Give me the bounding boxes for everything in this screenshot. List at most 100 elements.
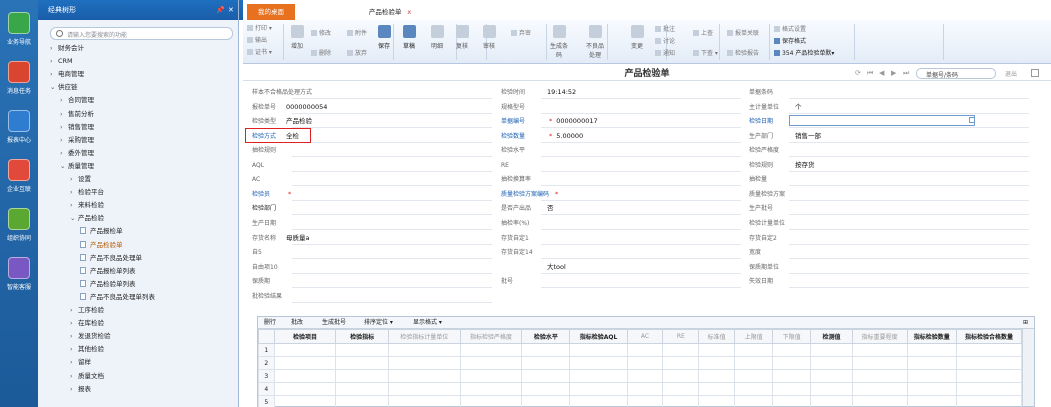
grid-cell[interactable]	[273, 356, 337, 370]
exit-link[interactable]: 退出	[1005, 69, 1017, 78]
tree-node[interactable]: › 在库检验	[70, 317, 104, 329]
sidebar-item-2[interactable]: 报表中心	[0, 110, 38, 160]
grid-column-header[interactable]: 下限值	[772, 329, 812, 344]
form-field-col3-8[interactable]: 生产批号	[749, 202, 795, 214]
grid-cell[interactable]	[734, 343, 774, 357]
toolbar-edit-0[interactable]: 修改	[311, 28, 331, 39]
toolbar-unaudit-0[interactable]: 弃审	[511, 28, 531, 39]
grid-cell[interactable]	[662, 356, 700, 370]
toolbar-comment-1[interactable]: 讨论	[655, 36, 675, 47]
grid-cell[interactable]	[459, 382, 523, 396]
grid-column-header[interactable]: 检验水平	[521, 329, 571, 344]
grid-cell[interactable]	[772, 395, 812, 407]
search-input[interactable]: 请输入您要搜索的功能	[50, 27, 233, 40]
tree-caret-icon[interactable]: ›	[60, 134, 68, 146]
form-field-col2-4[interactable]: 检验水平	[501, 144, 547, 156]
sidebar-item-1[interactable]: 消息任务	[0, 61, 38, 111]
grid-cell[interactable]	[387, 369, 461, 383]
table-row[interactable]: 5	[258, 395, 1023, 407]
grid-cell[interactable]	[387, 356, 461, 370]
tree-caret-icon[interactable]: ›	[60, 147, 68, 159]
toolbar-main-button-4[interactable]: 审核	[478, 20, 500, 64]
grid-settings-icon[interactable]: ⊞	[1023, 317, 1028, 329]
form-field-col2-1[interactable]: 规格型号	[501, 101, 547, 113]
form-field-col3-3[interactable]: 生产部门 销售一部	[749, 130, 821, 142]
toolbar-generate-button-2[interactable]: 变更	[626, 20, 648, 64]
toolbar-format-1[interactable]: 保存格式	[774, 36, 806, 47]
toolbar-generate-button-1[interactable]: 不良品处理	[584, 20, 606, 64]
grid-cell[interactable]	[387, 382, 461, 396]
form-field-col3-0[interactable]: 单据条码	[749, 86, 795, 98]
grid-cell[interactable]	[459, 369, 523, 383]
form-field-col1-12[interactable]: 自由项10	[252, 261, 286, 273]
tree-caret-icon[interactable]: ›	[70, 370, 78, 382]
sidebar-item-4[interactable]: 组织协同	[0, 208, 38, 258]
sidebar-item-5[interactable]: 智能客服	[0, 257, 38, 307]
grid-cell[interactable]	[662, 395, 700, 407]
tree-caret-icon[interactable]: ›	[70, 383, 78, 395]
grid-cell[interactable]	[851, 356, 908, 370]
tree-node[interactable]: › 其他检验	[70, 343, 104, 355]
toolbar-format-0[interactable]: 格式设置	[774, 24, 806, 35]
form-field-col3-7[interactable]: 质量检验方案	[749, 188, 795, 200]
tree-node[interactable]: ⌄ 质量管理	[60, 160, 94, 172]
tree-node[interactable]: › 售前分析	[60, 108, 94, 120]
form-field-col3-9[interactable]: 检验计量单位	[749, 217, 795, 229]
tree-node[interactable]: › 来料检验	[70, 199, 104, 211]
pin-icon[interactable]: 📌	[216, 0, 225, 20]
form-field-col1-6[interactable]: AC	[252, 173, 286, 185]
grid-tool-1[interactable]: 批改	[291, 317, 303, 329]
grid-cell[interactable]	[662, 369, 700, 383]
grid-cell[interactable]	[626, 382, 664, 396]
grid-tool-2[interactable]: 生成批号	[322, 317, 346, 329]
tree-caret-icon[interactable]: ›	[70, 317, 78, 329]
grid-cell[interactable]	[521, 356, 571, 370]
grid-cell[interactable]	[626, 369, 664, 383]
tree-caret-icon[interactable]: ›	[60, 121, 68, 133]
form-field-col1-7[interactable]: 检验员 *	[252, 188, 295, 200]
grid-cell[interactable]	[851, 395, 908, 407]
grid-cell[interactable]	[521, 343, 571, 357]
tree-leaf[interactable]: 产品检验单	[80, 239, 123, 251]
grid-cell[interactable]	[906, 395, 957, 407]
tree-caret-icon[interactable]: ›	[50, 55, 58, 67]
form-field-col1-8[interactable]: 检验部门	[252, 202, 286, 214]
sidebar-item-3[interactable]: 企业互联	[0, 159, 38, 209]
tree-node[interactable]: › CRM	[50, 55, 73, 67]
grid-cell[interactable]	[810, 382, 853, 396]
tree-leaf[interactable]: 产品检验单列表	[80, 278, 136, 290]
grid-cell[interactable]	[698, 356, 736, 370]
first-record-icon[interactable]: ⏮	[867, 70, 873, 77]
tree-node[interactable]: ⌄ 产品检验	[70, 212, 104, 224]
grid-cell[interactable]	[273, 343, 337, 357]
grid-cell[interactable]	[626, 356, 664, 370]
form-field-col2-11[interactable]: 存货自定14	[501, 246, 547, 258]
tree-caret-icon[interactable]: ›	[60, 108, 68, 120]
grid-cell[interactable]	[335, 343, 389, 357]
toolbar-print-0[interactable]: 打印 ▾	[247, 23, 272, 34]
grid-cell[interactable]	[273, 395, 337, 407]
form-field-col2-7[interactable]: 质量检验方案编码 *	[501, 188, 562, 200]
settings-icon[interactable]: ⚙	[995, 4, 1003, 14]
grid-cell[interactable]	[569, 382, 628, 396]
grid-cell[interactable]	[335, 356, 389, 370]
grid-cell[interactable]	[734, 395, 774, 407]
form-field-col2-6[interactable]: 抽检换算率	[501, 173, 547, 185]
grid-cell[interactable]	[906, 343, 957, 357]
grid-column-header[interactable]	[258, 329, 275, 344]
tree-node[interactable]: › 财务会计	[50, 42, 84, 54]
grid-cell[interactable]	[335, 369, 389, 383]
tree-caret-icon[interactable]: ›	[70, 304, 78, 316]
grid-cell[interactable]	[734, 369, 774, 383]
tree-caret-icon[interactable]: ›	[50, 42, 58, 54]
form-field-col1-4[interactable]: 抽检规则	[252, 144, 286, 156]
grid-cell[interactable]	[335, 382, 389, 396]
grid-column-header[interactable]: 检验指标	[335, 329, 389, 344]
grid-cell[interactable]	[459, 395, 523, 407]
grid-cell[interactable]	[851, 343, 908, 357]
tab-product-inspection-request[interactable]: 产品报检单	[299, 4, 359, 20]
form-field-col2-3[interactable]: 检验数量 * 5.00000	[501, 130, 583, 142]
tree-node[interactable]: › 采购管理	[60, 134, 94, 146]
grid-column-header[interactable]: 指标重要程度	[851, 329, 908, 344]
form-field-col3-6[interactable]: 抽检量	[749, 173, 795, 185]
